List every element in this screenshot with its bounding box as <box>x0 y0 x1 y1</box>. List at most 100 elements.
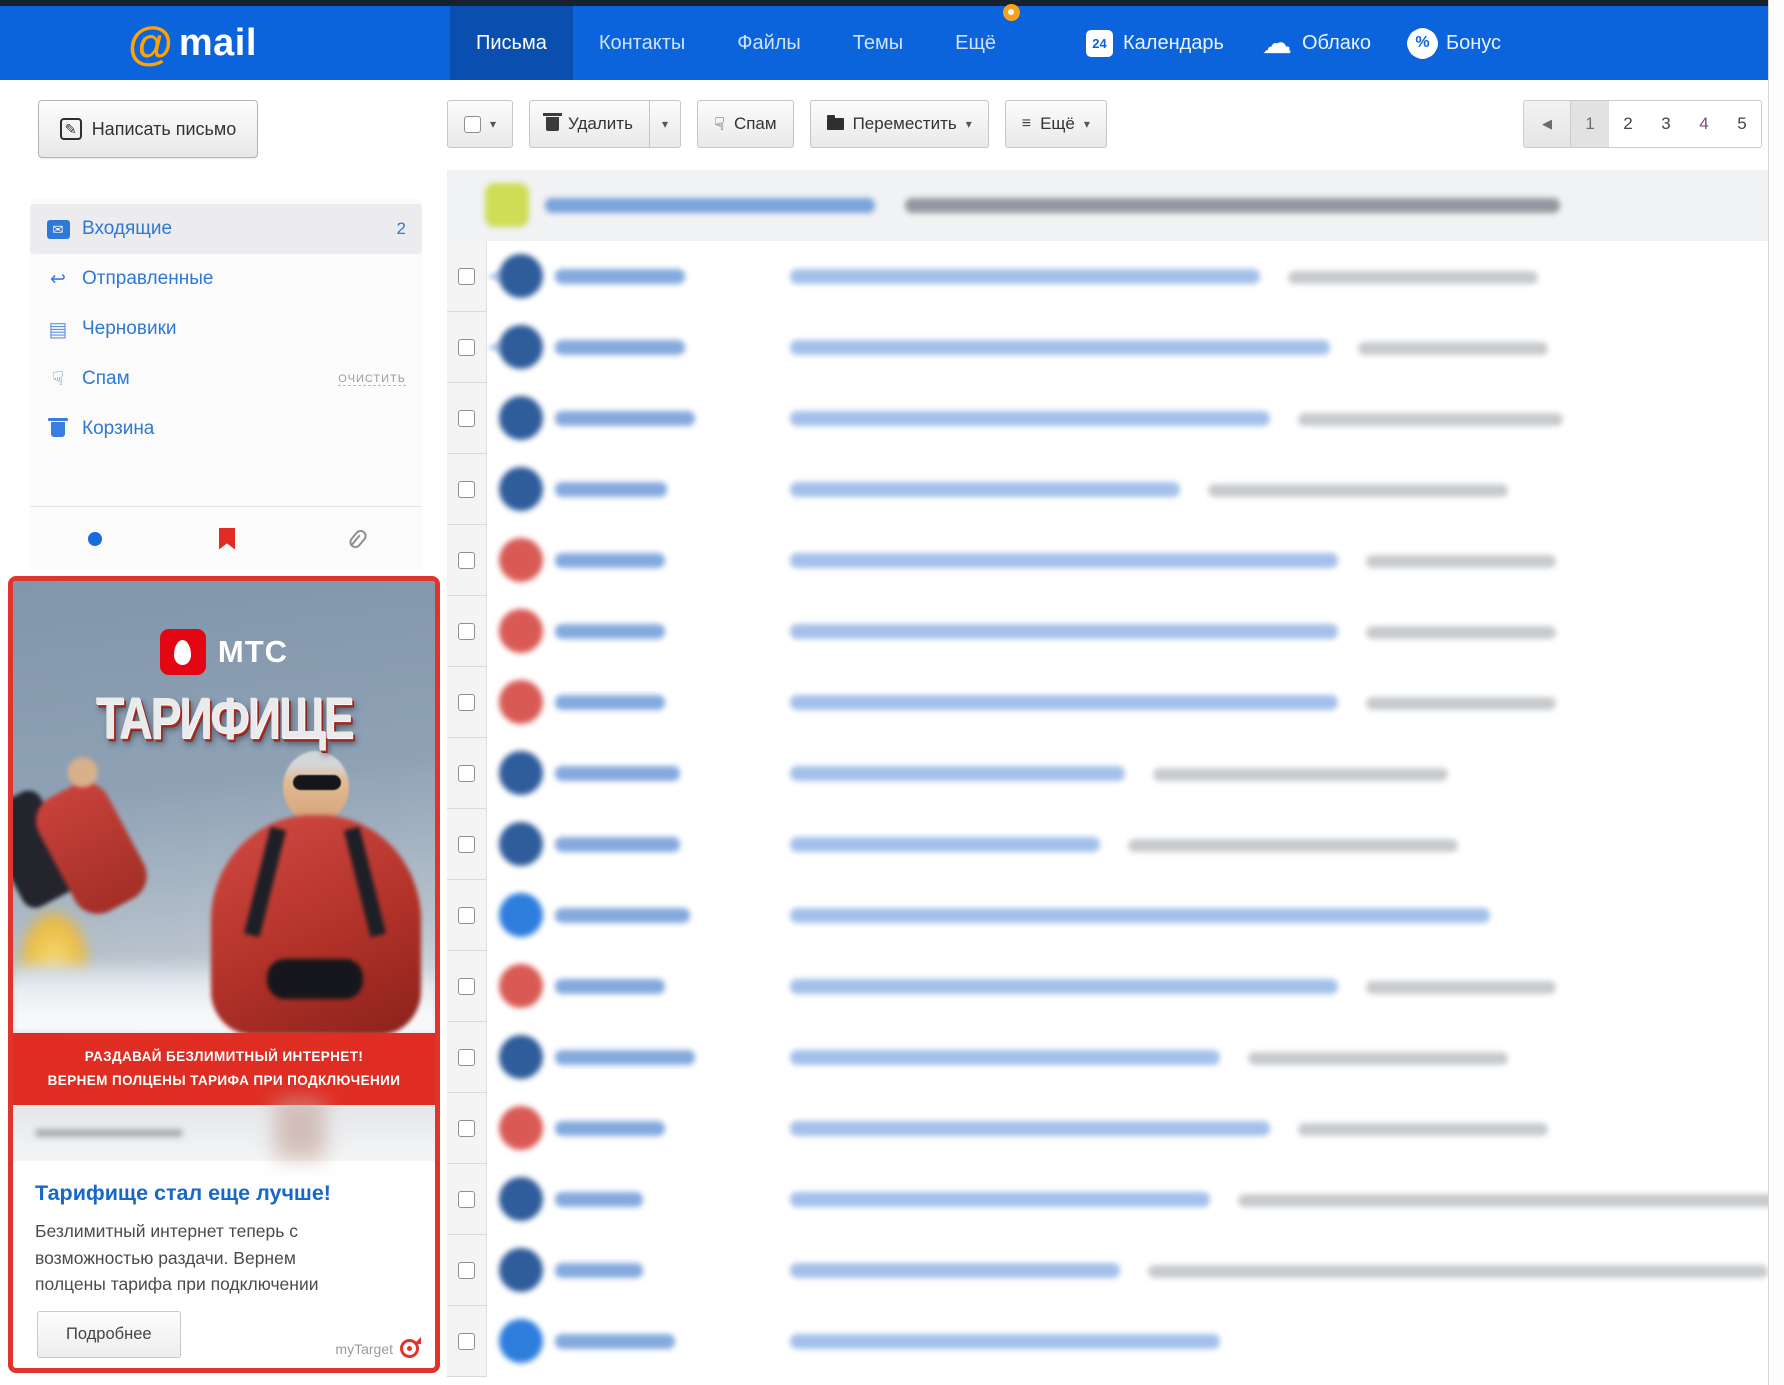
ad-offer-line2: ВЕРНЕМ ПОЛЦЕНЫ ТАРИФА ПРИ ПОДКЛЮЧЕНИИ <box>21 1069 427 1093</box>
list-item[interactable] <box>447 951 1768 1022</box>
nav-calendar[interactable]: 24 Календарь <box>1086 30 1224 57</box>
sender-blurred <box>555 340 685 355</box>
row-gutter <box>447 596 487 667</box>
row-checkbox[interactable] <box>458 1191 475 1208</box>
ad-banner[interactable]: МТС ТАРИФИЩЕ РАЗДАВАЙ БЕЗЛИМИТНЫЙ ИНТЕРН… <box>8 576 440 1373</box>
select-all-checkbox <box>464 116 481 133</box>
row-checkbox[interactable] <box>458 694 475 711</box>
list-item[interactable] <box>447 667 1768 738</box>
ad-photo: МТС ТАРИФИЩЕ <box>13 581 435 1033</box>
move-button[interactable]: Переместить ▾ <box>810 100 989 148</box>
scrollbar-track[interactable] <box>1768 0 1784 1385</box>
tab-themes[interactable]: Темы <box>827 6 929 80</box>
row-checkbox[interactable] <box>458 1333 475 1350</box>
row-checkbox[interactable] <box>458 481 475 498</box>
row-checkbox[interactable] <box>458 410 475 427</box>
flag-filter-icon[interactable] <box>219 528 235 550</box>
avatar <box>499 1035 543 1079</box>
tab-files[interactable]: Файлы <box>711 6 827 80</box>
list-item[interactable] <box>447 1164 1768 1235</box>
list-item[interactable] <box>447 809 1768 880</box>
page-3[interactable]: 3 <box>1647 101 1685 147</box>
avatar <box>499 1106 543 1150</box>
folder-trash[interactable]: Корзина <box>30 404 422 454</box>
folder-sent[interactable]: ↩ Отправленные <box>30 254 422 304</box>
page-1[interactable]: 1 <box>1571 101 1609 147</box>
tab-letters[interactable]: Письма <box>450 6 573 80</box>
drafts-icon: ▤ <box>46 317 70 342</box>
list-item[interactable] <box>447 1235 1768 1306</box>
row-checkbox[interactable] <box>458 339 475 356</box>
row-checkbox[interactable] <box>458 623 475 640</box>
sender-blurred <box>555 1263 643 1278</box>
page-4[interactable]: 4 <box>1685 101 1723 147</box>
spam-button[interactable]: ☟ Спам <box>697 100 794 148</box>
list-item[interactable]: ◀ <box>447 241 1768 312</box>
tab-more[interactable]: Ещё <box>929 6 1022 80</box>
folder-drafts[interactable]: ▤ Черновики <box>30 304 422 354</box>
more-button[interactable]: ≡ Ещё ▾ <box>1005 100 1107 148</box>
row-checkbox[interactable] <box>458 765 475 782</box>
chevron-down-icon: ▾ <box>1084 117 1090 131</box>
subject-blurred <box>790 269 1260 284</box>
folder-inbox[interactable]: ✉ Входящие 2 <box>30 204 422 254</box>
unread-filter-icon[interactable] <box>88 532 102 546</box>
list-item[interactable] <box>447 738 1768 809</box>
sent-icon: ↩ <box>46 268 70 291</box>
page-5[interactable]: 5 <box>1723 101 1761 147</box>
row-checkbox[interactable] <box>458 552 475 569</box>
row-checkbox[interactable] <box>458 907 475 924</box>
mail-logo[interactable]: @ mail <box>128 14 257 72</box>
ad-photo-blur <box>275 1099 325 1159</box>
row-checkbox[interactable] <box>458 268 475 285</box>
list-item[interactable] <box>447 596 1768 667</box>
delete-button[interactable]: Удалить <box>529 100 650 148</box>
list-item[interactable] <box>447 880 1768 951</box>
list-item[interactable] <box>447 170 1768 241</box>
sender-blurred <box>555 1334 675 1349</box>
delete-options-button[interactable]: ▾ <box>650 100 681 148</box>
prev-page-button[interactable]: ◀ <box>1523 100 1571 148</box>
subject-blurred <box>790 482 1180 497</box>
row-gutter <box>447 1235 487 1306</box>
row-checkbox[interactable] <box>458 1120 475 1137</box>
preview-blurred <box>1298 413 1563 426</box>
row-gutter <box>447 667 487 738</box>
row-checkbox[interactable] <box>458 1049 475 1066</box>
row-checkbox[interactable] <box>458 836 475 853</box>
list-icon: ≡ <box>1022 115 1031 133</box>
chevron-down-icon: ▾ <box>966 117 972 131</box>
attachment-filter-icon[interactable] <box>347 527 369 550</box>
list-item[interactable] <box>447 525 1768 596</box>
row-gutter <box>447 1306 487 1377</box>
list-item[interactable] <box>447 383 1768 454</box>
preview-blurred <box>1238 1194 1768 1207</box>
subject-blurred <box>790 1263 1120 1278</box>
ad-headline[interactable]: Тарифище стал еще лучше! <box>35 1181 413 1206</box>
list-item[interactable] <box>447 1306 1768 1377</box>
row-gutter <box>447 1164 487 1235</box>
nav-bonus[interactable]: % Бонус <box>1409 30 1501 57</box>
compose-button[interactable]: ✎ Написать письмо <box>38 100 258 158</box>
row-checkbox[interactable] <box>458 1262 475 1279</box>
tab-contacts[interactable]: Контакты <box>573 6 711 80</box>
chevron-down-icon: ▾ <box>662 117 668 131</box>
folder-spam[interactable]: ☟ Спам ОЧИСТИТЬ <box>30 354 422 404</box>
subject-blurred <box>790 766 1125 781</box>
list-item[interactable] <box>447 1093 1768 1164</box>
row-gutter <box>447 951 487 1022</box>
list-item[interactable] <box>447 1022 1768 1093</box>
ad-details-button[interactable]: Подробнее <box>37 1311 181 1358</box>
select-all-button[interactable]: ▾ <box>447 100 513 148</box>
subject-blurred <box>790 908 1490 923</box>
subject-blurred <box>790 1192 1210 1207</box>
page-2[interactable]: 2 <box>1609 101 1647 147</box>
mytarget-attribution[interactable]: myTarget <box>335 1339 419 1358</box>
list-item[interactable] <box>447 454 1768 525</box>
nav-cloud[interactable]: ☁ Облако <box>1262 30 1371 57</box>
avatar <box>499 254 543 298</box>
list-item[interactable]: ◀ <box>447 312 1768 383</box>
spam-clear-link[interactable]: ОЧИСТИТЬ <box>338 373 406 386</box>
row-checkbox[interactable] <box>458 978 475 995</box>
compose-label: Написать письмо <box>92 119 237 140</box>
